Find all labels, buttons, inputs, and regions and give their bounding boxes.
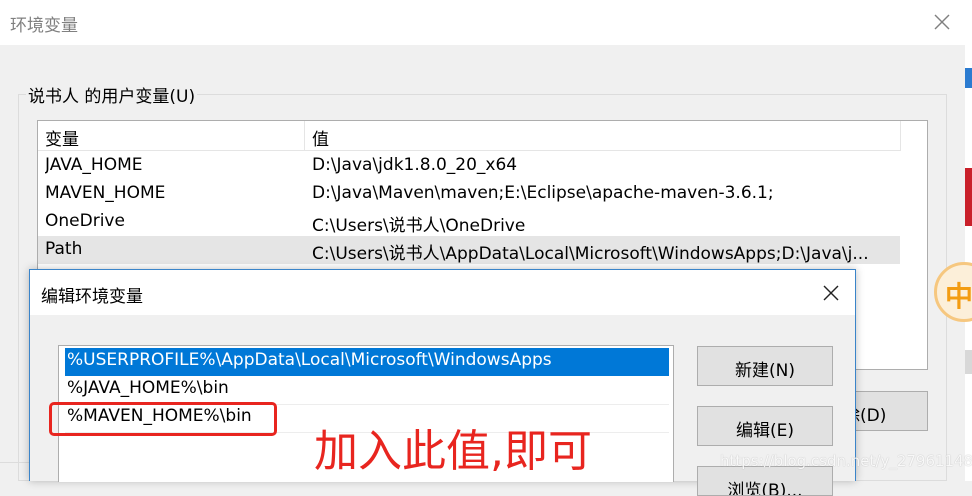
- close-icon[interactable]: [817, 279, 845, 307]
- new-button-label: 新建(N): [735, 361, 795, 381]
- strip-red-tab: [965, 168, 972, 226]
- column-divider[interactable]: [304, 121, 305, 151]
- path-entry-text: %USERPROFILE%\AppData\Local\Microsoft\Wi…: [67, 350, 552, 370]
- table-row-selected[interactable]: Path C:\Users\说书人\AppData\Local\Microsof…: [38, 236, 900, 264]
- browse-button-label: 浏览(B)...: [727, 481, 803, 496]
- annotation-text: 加入此值,即可: [314, 426, 592, 477]
- variable-name: MAVEN_HOME: [45, 183, 166, 203]
- env-titlebar: 环境变量: [0, 0, 965, 45]
- table-row[interactable]: MAVEN_HOME D:\Java\Maven\maven;E:\Eclips…: [38, 180, 900, 208]
- edit-button-label: 编辑(E): [735, 421, 794, 441]
- variable-value: D:\Java\jdk1.8.0_20_x64: [312, 155, 518, 175]
- variable-value: D:\Java\Maven\maven;E:\Eclipse\apache-ma…: [312, 183, 774, 203]
- list-item[interactable]: %JAVA_HOME%\bin: [65, 376, 669, 404]
- strip-blue-tab: [965, 68, 972, 88]
- variable-name: Path: [45, 239, 83, 259]
- annotation-highlight-box: [49, 402, 277, 436]
- table-row[interactable]: JAVA_HOME D:\Java\jdk1.8.0_20_x64: [38, 152, 900, 180]
- strip-grey-tab: [965, 350, 972, 374]
- browse-button[interactable]: 浏览(B)...: [697, 466, 833, 496]
- column-header-value[interactable]: 值: [312, 125, 329, 150]
- table-header: 变量 值: [38, 121, 901, 151]
- variable-name: OneDrive: [45, 211, 125, 231]
- edit-dialog-title: 编辑环境变量: [41, 287, 143, 307]
- variable-value: C:\Users\说书人\AppData\Local\Microsoft\Win…: [312, 244, 869, 264]
- variable-value: C:\Users\说书人\OneDrive: [312, 216, 526, 236]
- table-row[interactable]: OneDrive C:\Users\说书人\OneDrive: [38, 208, 900, 236]
- column-divider[interactable]: [900, 121, 901, 151]
- variable-name: JAVA_HOME: [45, 155, 143, 175]
- input-method-label: 中: [945, 280, 972, 313]
- edit-button[interactable]: 编辑(E): [697, 406, 833, 446]
- close-icon[interactable]: [928, 8, 956, 36]
- group-divider: [0, 462, 30, 463]
- column-header-variable[interactable]: 变量: [45, 125, 79, 150]
- edit-dialog-titlebar: 编辑环境变量: [30, 270, 855, 315]
- user-variables-label: 说书人 的用户变量(U): [26, 82, 198, 107]
- path-entry-text: %JAVA_HOME%\bin: [67, 378, 229, 398]
- background-window-strip: [965, 0, 972, 481]
- env-window-title: 环境变量: [10, 16, 78, 36]
- list-item-selected[interactable]: %USERPROFILE%\AppData\Local\Microsoft\Wi…: [65, 348, 669, 376]
- new-button[interactable]: 新建(N): [697, 346, 833, 386]
- watermark: https://blog.csdn.net/y_279611480: [720, 452, 972, 470]
